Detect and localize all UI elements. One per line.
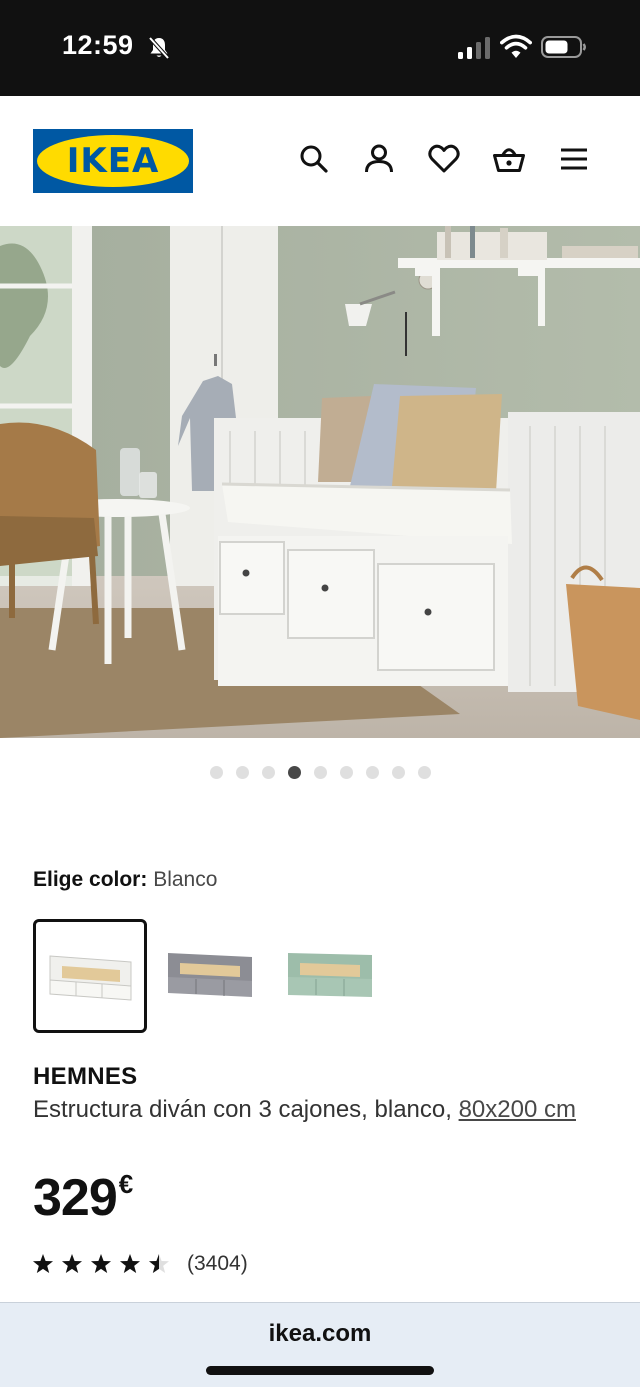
daybed-thumbnail-white [49, 955, 132, 1001]
carousel-dot[interactable] [391, 766, 405, 779]
battery-icon [541, 36, 586, 58]
carousel-dot[interactable] [209, 766, 223, 779]
basket-icon[interactable] [492, 142, 526, 176]
product-photo-illustration [0, 226, 640, 738]
price-currency: € [118, 1169, 134, 1199]
product-size-link[interactable]: 80x200 cm [459, 1096, 576, 1123]
home-indicator[interactable] [206, 1366, 434, 1375]
carousel-dot[interactable] [365, 766, 379, 779]
star-filled-icon [91, 1254, 111, 1273]
product-name: HEMNES [33, 1063, 138, 1090]
product-description: Estructura diván con 3 cajones, blanco, … [33, 1094, 613, 1126]
menu-icon[interactable] [557, 142, 591, 176]
signal-icon [458, 37, 490, 59]
star-filled-icon [120, 1254, 140, 1273]
carousel-dot-active[interactable] [287, 766, 301, 779]
product-image[interactable] [0, 226, 640, 738]
account-icon[interactable] [362, 142, 396, 176]
carousel-dot[interactable] [235, 766, 249, 779]
heart-icon[interactable] [427, 142, 461, 176]
site-header: IKEA [0, 96, 640, 226]
color-swatch-green[interactable] [282, 919, 396, 1033]
color-label: Elige color: [33, 868, 148, 891]
carousel-dot[interactable] [417, 766, 431, 779]
color-swatch-grey[interactable] [160, 919, 274, 1033]
daybed-thumbnail-green [288, 953, 372, 997]
status-time: 12:59 [62, 30, 134, 60]
product-description-text: Estructura diván con 3 cajones, blanco, [33, 1096, 459, 1123]
bell-slash-icon [148, 36, 170, 60]
daybed-thumbnail-grey [168, 953, 252, 997]
carousel-dot[interactable] [313, 766, 327, 779]
wifi-icon [500, 34, 532, 58]
color-selector-label: Elige color: Blanco [33, 868, 217, 892]
price-integer: 329 [33, 1169, 118, 1227]
color-swatch-white[interactable] [33, 919, 147, 1033]
carousel-indicator [0, 766, 640, 782]
search-icon[interactable] [297, 142, 331, 176]
product-price: 329€ [33, 1168, 133, 1228]
color-value: Blanco [153, 868, 218, 891]
logo-text: IKEA [66, 141, 160, 181]
carousel-dot[interactable] [339, 766, 353, 779]
carousel-dot[interactable] [261, 766, 275, 779]
browser-address-bar[interactable]: ikea.com [0, 1302, 640, 1387]
rating-count[interactable]: (3404) [187, 1252, 248, 1276]
url-text[interactable]: ikea.com [0, 1320, 640, 1348]
rating-stars[interactable] [33, 1253, 173, 1275]
star-filled-icon [33, 1254, 53, 1273]
star-filled-icon [62, 1254, 82, 1273]
status-bar: 12:59 [0, 0, 640, 96]
ikea-logo[interactable]: IKEA [33, 129, 193, 193]
